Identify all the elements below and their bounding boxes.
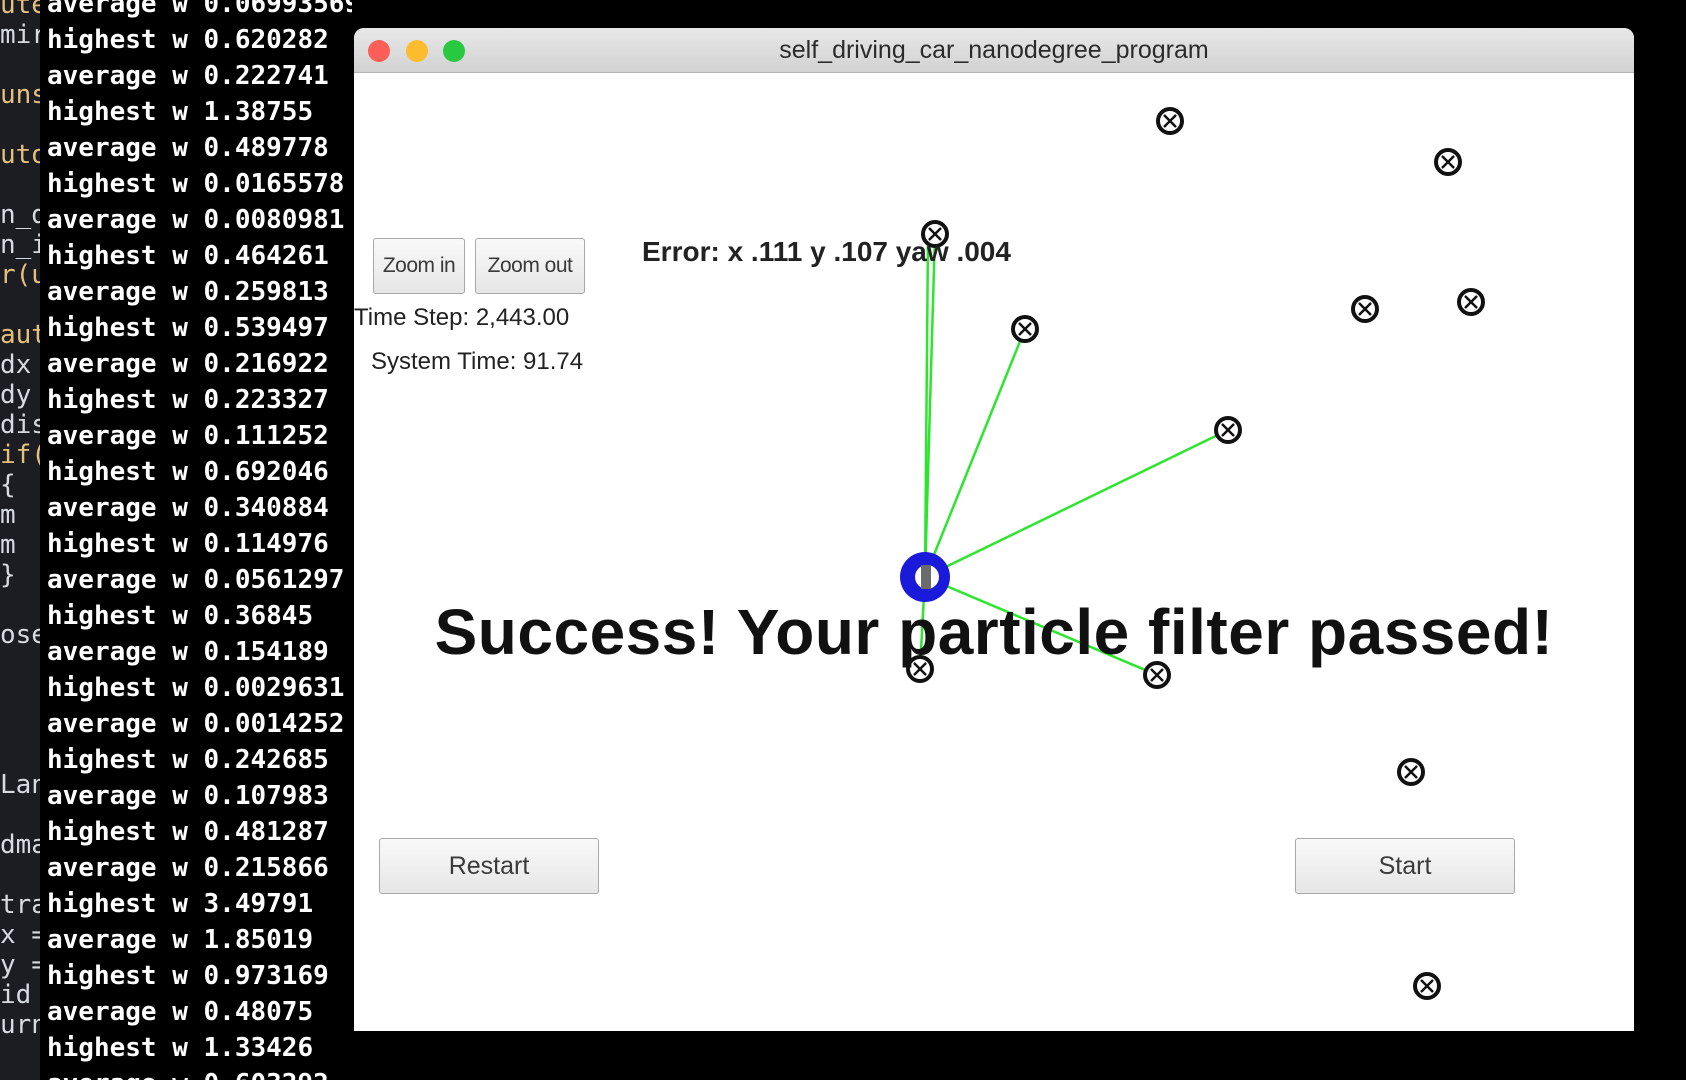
observation-line — [924, 428, 1229, 579]
error-readout: Error: x .111 y .107 yaw .004 — [642, 236, 1011, 267]
terminal-line: highest w 0.0165578 — [47, 169, 345, 199]
code-fragment: m — [0, 530, 16, 560]
terminal-line: highest w 0.0029631 — [47, 673, 345, 703]
terminal-output: average w 0.06993569 highest w 0.620282 av… — [40, 0, 355, 1080]
code-editor-fragment: utemirunsuton_dn_ir(uautdxdydisif({ m m}… — [0, 0, 40, 1080]
simulator-window: self_driving_car_nanodegree_program Zoom… — [354, 28, 1634, 1031]
system-time-readout: System Time: 91.74 — [371, 348, 584, 375]
terminal-line: highest w 0.539497 — [47, 313, 329, 343]
simulation-canvas: Zoom in Zoom out Error: x .111 y .107 ya… — [354, 72, 1634, 1031]
terminal-line: average w 0.259813 — [47, 277, 329, 307]
title-bar[interactable]: self_driving_car_nanodegree_program — [354, 28, 1634, 73]
code-fragment: r(u — [0, 260, 40, 290]
terminal-line: average w 0.06993569 — [47, 0, 352, 19]
terminal-line: average w 0.489778 — [47, 133, 329, 163]
terminal-line: highest w 0.223327 — [47, 385, 329, 415]
window-title: self_driving_car_nanodegree_program — [779, 36, 1209, 64]
terminal-line: average w 0.107983 — [47, 781, 329, 811]
zoom-window-button[interactable] — [443, 40, 465, 62]
success-message: Success! Your particle filter passed! — [434, 596, 1554, 668]
code-fragment: mir — [0, 20, 40, 50]
terminal-line: highest w 1.33426 — [47, 1033, 314, 1063]
code-fragment: uns — [0, 80, 40, 110]
terminal-line: highest w 0.620282 — [47, 25, 329, 55]
code-fragment: aut — [0, 320, 40, 350]
code-fragment: n_d — [0, 200, 40, 230]
code-fragment: dy — [0, 380, 32, 410]
terminal-line: average w 0.0080981 — [47, 205, 345, 235]
terminal-line: highest w 1.38755 — [47, 97, 314, 127]
terminal-line: average w 0.340884 — [47, 493, 329, 523]
terminal-line: average w 0.154189 — [47, 637, 329, 667]
zoom-out-button[interactable]: Zoom out — [475, 238, 585, 294]
start-button[interactable]: Start — [1295, 838, 1515, 894]
close-window-button[interactable] — [368, 40, 390, 62]
terminal-line: average w 0.222741 — [47, 61, 329, 91]
terminal-line: highest w 0.242685 — [47, 745, 329, 775]
code-fragment: if( — [0, 440, 40, 470]
code-fragment: Lan — [0, 770, 40, 800]
terminal-line: average w 1.85019 — [47, 925, 314, 955]
code-fragment: n_i — [0, 230, 40, 260]
restart-button[interactable]: Restart — [379, 838, 599, 894]
zoom-in-button[interactable]: Zoom in — [373, 238, 465, 294]
terminal-line: highest w 3.49791 — [47, 889, 314, 919]
code-fragment: dis — [0, 410, 40, 440]
code-fragment: dx — [0, 350, 32, 380]
minimize-window-button[interactable] — [406, 40, 428, 62]
terminal-line: average w 0.603292 — [47, 1066, 352, 1080]
landmark-marker — [1011, 315, 1039, 343]
code-fragment: urn — [0, 1010, 40, 1040]
code-fragment: tran — [0, 890, 40, 920]
code-fragment: } — [0, 560, 16, 590]
terminal-line: average w 0.0561297 — [47, 565, 345, 595]
code-fragment: m — [0, 500, 16, 530]
terminal-line: average w 0.0014252 — [47, 709, 345, 739]
terminal-line: highest w 0.973169 — [47, 961, 329, 991]
landmark-marker — [1397, 758, 1425, 786]
terminal-line: highest w 0.114976 — [47, 529, 329, 559]
terminal-line: average w 0.48075 — [47, 997, 314, 1027]
landmark-marker — [1413, 972, 1441, 1000]
landmark-marker — [1156, 107, 1184, 135]
time-step-readout: Time Step: 2,443.00 — [354, 304, 570, 331]
code-fragment: id — [0, 980, 32, 1010]
landmark-marker — [1457, 288, 1485, 316]
landmark-marker — [1434, 148, 1462, 176]
code-fragment: oser — [0, 620, 40, 650]
code-fragment: { — [0, 470, 16, 500]
landmark-marker — [1214, 416, 1242, 444]
terminal-line: highest w 0.692046 — [47, 457, 329, 487]
code-fragment: x = — [0, 920, 40, 950]
code-fragment: uto — [0, 140, 40, 170]
code-fragment: dmar — [0, 830, 40, 860]
particle-estimate — [921, 565, 931, 589]
landmark-marker — [1351, 295, 1379, 323]
terminal-line: average w 0.111252 — [47, 421, 329, 451]
terminal-line: highest w 0.36845 — [47, 601, 314, 631]
terminal-line: average w 0.215866 — [47, 853, 329, 883]
terminal-line: average w 0.216922 — [47, 349, 329, 379]
observation-line — [923, 328, 1027, 578]
terminal-line: highest w 0.464261 — [47, 241, 329, 271]
code-fragment: y = — [0, 950, 40, 980]
terminal-line: highest w 0.481287 — [47, 817, 329, 847]
